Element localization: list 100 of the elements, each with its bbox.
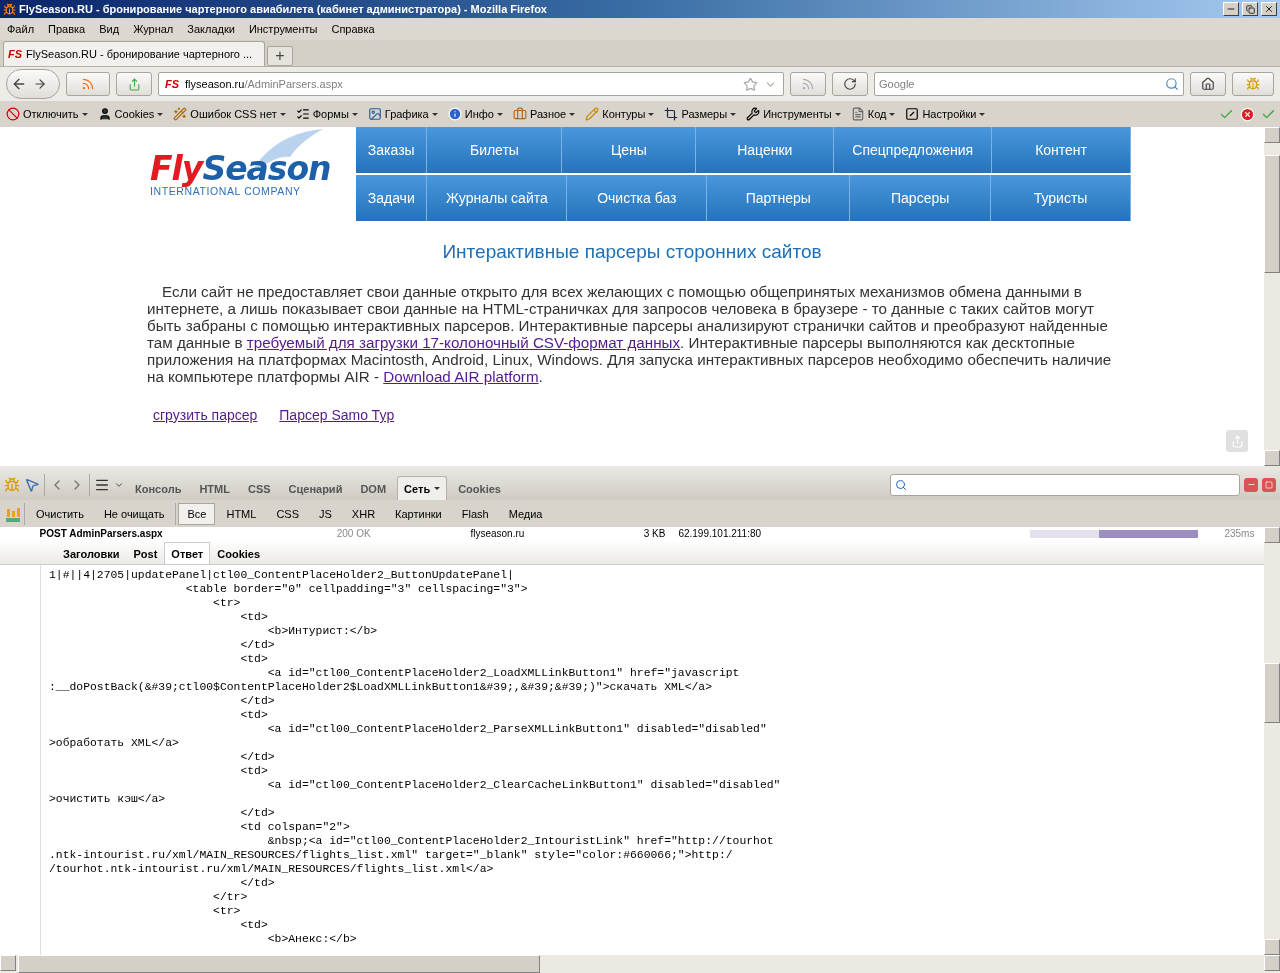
reload-button[interactable] <box>832 72 868 96</box>
panel-tab[interactable]: CSS <box>240 476 278 500</box>
filter-button[interactable]: HTML <box>217 502 266 525</box>
toolbar-menu-button[interactable]: Код <box>848 106 898 122</box>
nav-menu-item[interactable]: Туристы <box>991 175 1131 221</box>
search-icon[interactable] <box>1165 77 1179 91</box>
feed-button[interactable] <box>790 72 826 96</box>
nav-menu-item[interactable]: Задачи <box>356 175 428 221</box>
panel-tab[interactable]: DOM <box>353 476 394 500</box>
star-icon[interactable] <box>743 76 758 92</box>
toolbar-menu-button[interactable]: Контуры <box>583 106 657 122</box>
filter-button[interactable]: Все <box>178 502 216 525</box>
menu-item[interactable]: Инструменты <box>243 21 323 37</box>
detail-tab[interactable]: Ответ <box>164 542 211 564</box>
browser-tab[interactable]: FS FlySeason.RU - бронирование чартерного ... <box>3 41 265 66</box>
toolbar-menu-button[interactable]: Cookies <box>95 106 166 122</box>
detach-button[interactable] <box>1262 477 1276 492</box>
bug-icon[interactable] <box>4 476 20 493</box>
scrollbar[interactable] <box>1264 127 1280 466</box>
nav-menu-item[interactable]: Партнеры <box>707 175 851 221</box>
nav-menu-item[interactable]: Журналы сайта <box>427 175 568 221</box>
nav-menu-item[interactable]: Парсеры <box>850 175 992 221</box>
code-line: </td> <box>239 806 276 820</box>
caret-icon <box>157 112 164 116</box>
code-line: </td> <box>239 638 276 652</box>
request-status: 200 OK <box>336 528 372 539</box>
panel-tab[interactable]: HTML <box>192 476 237 500</box>
toolbar-menu-button[interactable]: Графика <box>365 106 440 122</box>
home-button[interactable] <box>1190 72 1226 96</box>
filter-button[interactable]: Картинки <box>386 502 451 525</box>
search-field[interactable]: Google <box>874 72 1184 96</box>
request-url[interactable]: POST AdminParsers.aspx <box>39 528 337 539</box>
menu-item[interactable]: Правка <box>43 21 91 37</box>
close-button[interactable] <box>1261 2 1277 16</box>
filter-button[interactable]: CSS <box>267 502 308 525</box>
code-line: 1|#||4|2705|updatePanel|ctl00_ContentPlaceHolder2_ButtonUpdatePanel| <box>49 568 515 582</box>
panel-tab[interactable]: Сеть <box>397 476 448 500</box>
toolbar-menu-button[interactable]: Ошибок CSS нет <box>171 106 288 122</box>
toolbar-menu-button[interactable]: Формы <box>293 106 360 122</box>
nav-menu-item[interactable]: Билеты <box>427 127 563 173</box>
new-tab-button[interactable]: + <box>267 46 293 66</box>
nav-menu-item[interactable]: Спецпредложения <box>834 127 993 173</box>
page-link[interactable]: Парсер Samo Typ <box>279 407 395 423</box>
firebug-button[interactable] <box>1232 72 1274 96</box>
code-line: /tourhot.ntk-intourist.ru/xml/MAIN_RESOURCES/flights_list.xml</a> <box>49 862 495 876</box>
restore-button[interactable] <box>1242 2 1258 16</box>
detail-tab[interactable]: Cookies <box>210 542 268 564</box>
restore-icon <box>1245 4 1255 14</box>
nav-menu-item[interactable]: Заказы <box>356 127 428 173</box>
code-line: :__doPostBack(&#39;ctl00$ContentPlaceHolder2$LoadXMLLinkButton1&#39;,&#39;&#39;)">скачать XML</a> <box>49 680 714 694</box>
menu-item[interactable]: Вид <box>94 21 125 37</box>
toolbar-menu-button[interactable]: Отключить <box>4 106 90 122</box>
caret-icon <box>569 112 576 116</box>
scrollbar[interactable] <box>0 955 1280 973</box>
filter-button[interactable]: XHR <box>342 502 385 525</box>
toolbar-menu-button[interactable]: Инструменты <box>744 106 843 122</box>
filter-button[interactable]: Медиа <box>499 502 552 525</box>
feed-button[interactable] <box>116 72 152 96</box>
site-logo[interactable]: FlySeason INTERNATIONAL COMPANY <box>150 127 332 221</box>
toolbar-button[interactable]: Не очищать <box>94 502 174 525</box>
menu-item[interactable]: Журнал <box>128 21 179 37</box>
nav-menu-item[interactable]: Очистка баз <box>567 175 708 221</box>
error-icon[interactable] <box>1240 106 1255 122</box>
panel-tab[interactable]: Cookies <box>451 476 508 500</box>
page-link[interactable]: сгрузить парсер <box>153 407 258 423</box>
code-line: </td> <box>239 694 276 708</box>
menu-item[interactable]: Файл <box>2 21 40 37</box>
filter-button[interactable]: JS <box>310 502 341 525</box>
code-line: <a id="ctl00_ContentPlaceHolder2_ClearCacheLinkButton1" disabled="disabled" <box>266 778 782 792</box>
toolbar-menu-button[interactable]: Настройки <box>903 106 988 122</box>
menu-item[interactable]: Справка <box>326 21 380 37</box>
caret-icon <box>979 112 986 116</box>
nav-menu-item[interactable]: Наценки <box>696 127 835 173</box>
request-ip: 62.199.101.211:80 <box>678 528 763 539</box>
search-field[interactable] <box>890 473 1240 496</box>
toolbar-menu-button[interactable]: Размеры <box>662 106 739 122</box>
filter-button[interactable]: Flash <box>452 502 498 525</box>
scrollbar[interactable] <box>1264 527 1280 955</box>
toolbar-menu-button[interactable]: Разное <box>510 106 578 122</box>
panel-tab[interactable]: Консоль <box>128 476 189 500</box>
code-line: <tr> <box>212 596 242 610</box>
code-line: .ntk-intourist.ru/xml/MAIN_RESOURCES/flights_list.xml" target="_blank" style="color:#660066;">http:/ <box>49 848 734 862</box>
nav-menu-item[interactable]: Цены <box>562 127 697 173</box>
menu-item[interactable]: Закладки <box>182 21 240 37</box>
address-field[interactable]: FS flyseason.ru/AdminParsers.aspx <box>158 72 784 96</box>
inspect-icon[interactable] <box>24 476 40 493</box>
nav-menu-item[interactable]: Контент <box>992 127 1131 173</box>
detail-tab[interactable]: Заголовки <box>56 542 127 564</box>
caret-icon <box>889 112 896 116</box>
rss-button[interactable] <box>66 72 110 96</box>
toolbar-button[interactable]: Очистить <box>27 502 93 525</box>
briefcase-icon <box>512 107 527 121</box>
share-icon <box>127 77 141 91</box>
toolbar-menu-button[interactable]: Инфо <box>445 106 505 122</box>
panel-tab[interactable]: Сценарий <box>281 476 350 500</box>
search-icon <box>895 478 907 491</box>
minimize-button[interactable] <box>1223 2 1239 16</box>
text-link[interactable]: Download AIR platform <box>383 368 539 385</box>
detail-tab[interactable]: Post <box>126 542 165 564</box>
back-forward-button[interactable] <box>6 69 60 99</box>
